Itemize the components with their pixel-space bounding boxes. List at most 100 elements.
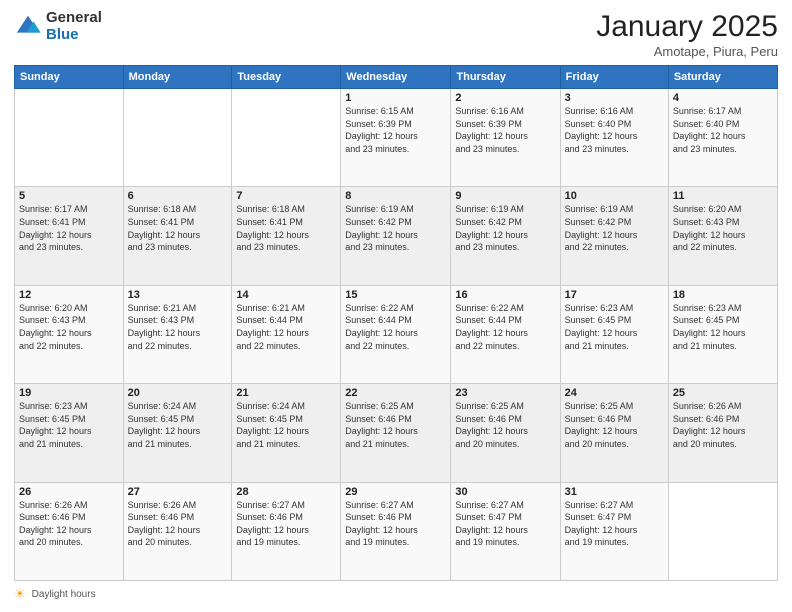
day-info: Sunrise: 6:27 AM Sunset: 6:47 PM Dayligh… — [455, 499, 555, 549]
day-number: 15 — [345, 289, 446, 301]
day-number: 27 — [128, 486, 228, 498]
week-row-5: 26Sunrise: 6:26 AM Sunset: 6:46 PM Dayli… — [15, 482, 778, 580]
day-info: Sunrise: 6:19 AM Sunset: 6:42 PM Dayligh… — [455, 203, 555, 253]
day-cell: 22Sunrise: 6:25 AM Sunset: 6:46 PM Dayli… — [341, 384, 451, 482]
day-number: 16 — [455, 289, 555, 301]
weekday-wednesday: Wednesday — [341, 66, 451, 89]
day-cell: 12Sunrise: 6:20 AM Sunset: 6:43 PM Dayli… — [15, 285, 124, 383]
day-number: 22 — [345, 387, 446, 399]
day-info: Sunrise: 6:24 AM Sunset: 6:45 PM Dayligh… — [128, 400, 228, 450]
logo: General Blue — [14, 10, 102, 43]
day-info: Sunrise: 6:23 AM Sunset: 6:45 PM Dayligh… — [565, 302, 664, 352]
day-info: Sunrise: 6:21 AM Sunset: 6:43 PM Dayligh… — [128, 302, 228, 352]
day-number: 26 — [19, 486, 119, 498]
day-info: Sunrise: 6:21 AM Sunset: 6:44 PM Dayligh… — [236, 302, 336, 352]
day-cell: 25Sunrise: 6:26 AM Sunset: 6:46 PM Dayli… — [668, 384, 777, 482]
day-info: Sunrise: 6:19 AM Sunset: 6:42 PM Dayligh… — [345, 203, 446, 253]
day-cell: 15Sunrise: 6:22 AM Sunset: 6:44 PM Dayli… — [341, 285, 451, 383]
day-info: Sunrise: 6:26 AM Sunset: 6:46 PM Dayligh… — [128, 499, 228, 549]
sun-icon: ☀ — [14, 586, 26, 602]
day-number: 4 — [673, 92, 773, 104]
weekday-monday: Monday — [123, 66, 232, 89]
day-info: Sunrise: 6:25 AM Sunset: 6:46 PM Dayligh… — [345, 400, 446, 450]
day-cell: 17Sunrise: 6:23 AM Sunset: 6:45 PM Dayli… — [560, 285, 668, 383]
day-cell: 8Sunrise: 6:19 AM Sunset: 6:42 PM Daylig… — [341, 187, 451, 285]
day-info: Sunrise: 6:25 AM Sunset: 6:46 PM Dayligh… — [455, 400, 555, 450]
day-cell: 16Sunrise: 6:22 AM Sunset: 6:44 PM Dayli… — [451, 285, 560, 383]
day-cell: 13Sunrise: 6:21 AM Sunset: 6:43 PM Dayli… — [123, 285, 232, 383]
logo-icon — [14, 13, 42, 41]
day-info: Sunrise: 6:26 AM Sunset: 6:46 PM Dayligh… — [19, 499, 119, 549]
weekday-header-row: SundayMondayTuesdayWednesdayThursdayFrid… — [15, 66, 778, 89]
day-cell: 23Sunrise: 6:25 AM Sunset: 6:46 PM Dayli… — [451, 384, 560, 482]
day-cell: 10Sunrise: 6:19 AM Sunset: 6:42 PM Dayli… — [560, 187, 668, 285]
day-info: Sunrise: 6:24 AM Sunset: 6:45 PM Dayligh… — [236, 400, 336, 450]
footer: ☀ Daylight hours — [14, 586, 778, 602]
day-cell: 5Sunrise: 6:17 AM Sunset: 6:41 PM Daylig… — [15, 187, 124, 285]
day-cell — [123, 89, 232, 187]
day-info: Sunrise: 6:18 AM Sunset: 6:41 PM Dayligh… — [236, 203, 336, 253]
day-cell: 26Sunrise: 6:26 AM Sunset: 6:46 PM Dayli… — [15, 482, 124, 580]
day-cell: 28Sunrise: 6:27 AM Sunset: 6:46 PM Dayli… — [232, 482, 341, 580]
day-cell: 4Sunrise: 6:17 AM Sunset: 6:40 PM Daylig… — [668, 89, 777, 187]
day-cell — [668, 482, 777, 580]
day-number: 7 — [236, 190, 336, 202]
day-info: Sunrise: 6:27 AM Sunset: 6:46 PM Dayligh… — [236, 499, 336, 549]
day-cell: 18Sunrise: 6:23 AM Sunset: 6:45 PM Dayli… — [668, 285, 777, 383]
day-number: 17 — [565, 289, 664, 301]
day-number: 2 — [455, 92, 555, 104]
day-cell — [15, 89, 124, 187]
day-cell: 29Sunrise: 6:27 AM Sunset: 6:46 PM Dayli… — [341, 482, 451, 580]
day-cell — [232, 89, 341, 187]
day-cell: 11Sunrise: 6:20 AM Sunset: 6:43 PM Dayli… — [668, 187, 777, 285]
logo-general: General — [46, 10, 102, 27]
week-row-2: 5Sunrise: 6:17 AM Sunset: 6:41 PM Daylig… — [15, 187, 778, 285]
day-number: 6 — [128, 190, 228, 202]
week-row-3: 12Sunrise: 6:20 AM Sunset: 6:43 PM Dayli… — [15, 285, 778, 383]
day-number: 30 — [455, 486, 555, 498]
day-info: Sunrise: 6:20 AM Sunset: 6:43 PM Dayligh… — [673, 203, 773, 253]
day-cell: 30Sunrise: 6:27 AM Sunset: 6:47 PM Dayli… — [451, 482, 560, 580]
day-info: Sunrise: 6:20 AM Sunset: 6:43 PM Dayligh… — [19, 302, 119, 352]
day-number: 25 — [673, 387, 773, 399]
day-info: Sunrise: 6:22 AM Sunset: 6:44 PM Dayligh… — [345, 302, 446, 352]
day-info: Sunrise: 6:17 AM Sunset: 6:41 PM Dayligh… — [19, 203, 119, 253]
weekday-friday: Friday — [560, 66, 668, 89]
footer-note: ☀ Daylight hours — [14, 586, 778, 602]
page: General Blue January 2025 Amotape, Piura… — [0, 0, 792, 612]
daylight-label: Daylight hours — [32, 589, 96, 600]
day-cell: 3Sunrise: 6:16 AM Sunset: 6:40 PM Daylig… — [560, 89, 668, 187]
calendar: SundayMondayTuesdayWednesdayThursdayFrid… — [14, 65, 778, 581]
day-number: 1 — [345, 92, 446, 104]
day-cell: 14Sunrise: 6:21 AM Sunset: 6:44 PM Dayli… — [232, 285, 341, 383]
day-number: 31 — [565, 486, 664, 498]
day-cell: 9Sunrise: 6:19 AM Sunset: 6:42 PM Daylig… — [451, 187, 560, 285]
day-number: 8 — [345, 190, 446, 202]
day-cell: 20Sunrise: 6:24 AM Sunset: 6:45 PM Dayli… — [123, 384, 232, 482]
day-info: Sunrise: 6:25 AM Sunset: 6:46 PM Dayligh… — [565, 400, 664, 450]
day-info: Sunrise: 6:17 AM Sunset: 6:40 PM Dayligh… — [673, 105, 773, 155]
weekday-sunday: Sunday — [15, 66, 124, 89]
day-info: Sunrise: 6:23 AM Sunset: 6:45 PM Dayligh… — [673, 302, 773, 352]
location: Amotape, Piura, Peru — [596, 44, 778, 59]
day-cell: 27Sunrise: 6:26 AM Sunset: 6:46 PM Dayli… — [123, 482, 232, 580]
day-cell: 19Sunrise: 6:23 AM Sunset: 6:45 PM Dayli… — [15, 384, 124, 482]
week-row-4: 19Sunrise: 6:23 AM Sunset: 6:45 PM Dayli… — [15, 384, 778, 482]
day-number: 21 — [236, 387, 336, 399]
month-title: January 2025 — [596, 10, 778, 44]
day-info: Sunrise: 6:22 AM Sunset: 6:44 PM Dayligh… — [455, 302, 555, 352]
weekday-tuesday: Tuesday — [232, 66, 341, 89]
day-number: 10 — [565, 190, 664, 202]
day-info: Sunrise: 6:18 AM Sunset: 6:41 PM Dayligh… — [128, 203, 228, 253]
day-cell: 1Sunrise: 6:15 AM Sunset: 6:39 PM Daylig… — [341, 89, 451, 187]
day-number: 12 — [19, 289, 119, 301]
day-number: 20 — [128, 387, 228, 399]
day-number: 14 — [236, 289, 336, 301]
day-number: 13 — [128, 289, 228, 301]
day-number: 9 — [455, 190, 555, 202]
day-info: Sunrise: 6:16 AM Sunset: 6:40 PM Dayligh… — [565, 105, 664, 155]
day-info: Sunrise: 6:26 AM Sunset: 6:46 PM Dayligh… — [673, 400, 773, 450]
week-row-1: 1Sunrise: 6:15 AM Sunset: 6:39 PM Daylig… — [15, 89, 778, 187]
day-number: 29 — [345, 486, 446, 498]
day-info: Sunrise: 6:27 AM Sunset: 6:46 PM Dayligh… — [345, 499, 446, 549]
